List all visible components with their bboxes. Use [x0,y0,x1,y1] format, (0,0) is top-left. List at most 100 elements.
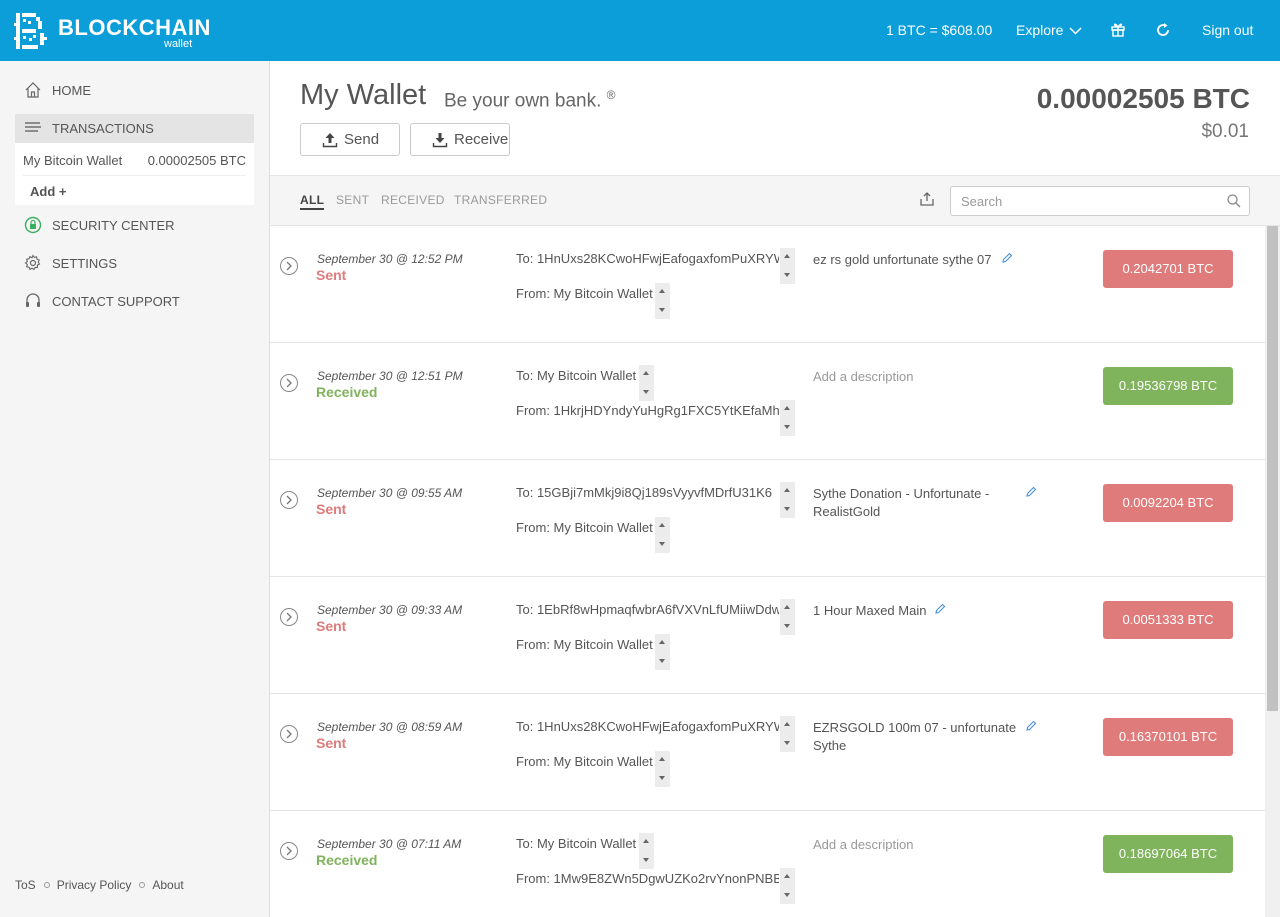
scroll-spinner[interactable] [655,634,670,670]
transaction-amount-button[interactable]: 0.0092204 BTC [1103,484,1233,522]
from-address: From: 1HkrjHDYndyYuHgRg1FXC5YtKEfaMhc [516,403,779,418]
table-row[interactable]: September 30 @ 07:11 AM Received To: My … [270,811,1265,917]
from-address: From: My Bitcoin Wallet [516,520,653,535]
add-wallet-button[interactable]: Add + [30,184,66,199]
expand-chevron-icon[interactable] [280,608,298,626]
sidebar-item-label: SECURITY CENTER [52,218,175,233]
sidebar-item-label: SETTINGS [52,256,118,271]
wallet-balance: 0.00002505 BTC [147,153,246,168]
to-address-stepper[interactable]: To: 15GBji7mMkj9i8Qj189sVyyvfMDrfU31K6 [516,482,796,518]
transaction-amount-button[interactable]: 0.0051333 BTC [1103,601,1233,639]
transaction-amount-button[interactable]: 0.2042701 BTC [1103,250,1233,288]
receive-button[interactable]: Receive [410,123,510,156]
scroll-spinner[interactable] [655,517,670,553]
to-address: To: 15GBji7mMkj9i8Qj189sVyyvfMDrfU31K6 [516,485,772,500]
from-address: From: My Bitcoin Wallet [516,286,653,301]
explore-dropdown[interactable]: Explore [1016,22,1082,38]
receive-label: Receive [454,131,509,148]
scroll-spinner[interactable] [780,868,795,904]
add-description-placeholder[interactable]: Add a description [813,836,993,854]
page-title: My Wallet [300,79,427,111]
transaction-amount-button[interactable]: 0.18697064 BTC [1103,835,1233,873]
sidebar: HOME TRANSACTIONS My Bitcoin Wallet 0.00… [0,61,270,917]
expand-chevron-icon[interactable] [280,374,298,392]
table-row[interactable]: September 30 @ 09:55 AM Sent To: 15GBji7… [270,460,1265,577]
scroll-spinner[interactable] [655,751,670,787]
to-address: To: 1HnUxs28KCwoHFwjEafogaxfomPuXRYW [516,719,779,734]
filter-tab-all[interactable]: ALL [300,193,325,210]
edit-pencil-icon[interactable] [1001,252,1013,264]
privacy-policy-link[interactable]: Privacy Policy [57,878,132,892]
to-address-stepper[interactable]: To: My Bitcoin Wallet [516,833,796,869]
sidebar-item-contact-support[interactable]: CONTACT SUPPORT [15,287,254,315]
from-address-stepper[interactable]: From: My Bitcoin Wallet [516,283,796,319]
scroll-spinner[interactable] [639,365,654,401]
table-row[interactable]: September 30 @ 12:52 PM Sent To: 1HnUxs2… [270,226,1265,343]
transaction-amount-button[interactable]: 0.16370101 BTC [1103,718,1233,756]
sidebar-item-settings[interactable]: SETTINGS [15,249,254,277]
scroll-spinner[interactable] [639,833,654,869]
transaction-amount-button[interactable]: 0.19536798 BTC [1103,367,1233,405]
search-input[interactable] [950,186,1250,216]
table-row[interactable]: September 30 @ 09:33 AM Sent To: 1EbRf8w… [270,577,1265,694]
top-header: BLOCKCHAIN wallet 1 BTC = $608.00 Explor… [0,0,1280,61]
send-button[interactable]: Send [300,123,400,156]
transaction-filter-bar: ALL SENT RECEIVED TRANSFERRED [270,175,1280,226]
to-address-stepper[interactable]: To: 1EbRf8wHpmaqfwbrA6fVXVnLfUMiiwDdw [516,599,796,635]
filter-tab-sent[interactable]: SENT [336,193,369,207]
transaction-date: September 30 @ 09:33 AM [317,603,463,617]
main-content: My Wallet Be your own bank. ® Send Recei… [270,61,1280,917]
edit-pencil-icon[interactable] [1025,486,1037,498]
tos-link[interactable]: ToS [15,878,36,892]
sidebar-item-home[interactable]: HOME [15,76,254,104]
to-address: To: My Bitcoin Wallet [516,368,637,383]
explore-label: Explore [1016,22,1064,38]
scroll-spinner[interactable] [780,599,795,635]
from-address-stepper[interactable]: From: My Bitcoin Wallet [516,517,796,553]
sidebar-item-transactions[interactable]: TRANSACTIONS [15,114,254,143]
scroll-spinner[interactable] [780,482,795,518]
expand-chevron-icon[interactable] [280,725,298,743]
from-address-stepper[interactable]: From: My Bitcoin Wallet [516,751,796,787]
from-address-stepper[interactable]: From: 1HkrjHDYndyYuHgRg1FXC5YtKEfaMhc [516,400,796,436]
to-address: To: 1EbRf8wHpmaqfwbrA6fVXVnLfUMiiwDdw [516,602,779,617]
total-balance-btc[interactable]: 0.00002505 BTC [1037,83,1250,115]
send-label: Send [344,131,380,148]
add-description-placeholder[interactable]: Add a description [813,368,993,386]
upload-icon [322,133,338,148]
wallet-list: My Bitcoin Wallet 0.00002505 BTC Add + [15,143,254,205]
sidebar-item-security-center[interactable]: SECURITY CENTER [15,211,254,239]
from-address-stepper[interactable]: From: 1Mw9E8ZWn5DgwUZKo2rvYnonPNBBh [516,868,796,904]
gift-icon[interactable] [1110,21,1126,40]
blockchain-logo[interactable]: BLOCKCHAIN wallet [14,11,210,51]
headset-icon [26,293,40,307]
expand-chevron-icon[interactable] [280,842,298,860]
transaction-date: September 30 @ 12:52 PM [317,252,463,266]
wallet-name[interactable]: My Bitcoin Wallet [23,153,122,168]
scroll-spinner[interactable] [780,716,795,752]
transaction-type: Sent [316,618,347,634]
to-address-stepper[interactable]: To: 1HnUxs28KCwoHFwjEafogaxfomPuXRYW [516,248,796,284]
expand-chevron-icon[interactable] [280,257,298,275]
export-icon[interactable] [919,191,935,207]
filter-tab-transferred[interactable]: TRANSFERRED [454,193,547,207]
btc-price[interactable]: 1 BTC = $608.00 [886,22,992,38]
scroll-spinner[interactable] [780,400,795,436]
scrollbar-thumb[interactable] [1267,226,1278,711]
scroll-spinner[interactable] [780,248,795,284]
from-address-stepper[interactable]: From: My Bitcoin Wallet [516,634,796,670]
table-row[interactable]: September 30 @ 08:59 AM Sent To: 1HnUxs2… [270,694,1265,811]
sign-out-button[interactable]: Sign out [1202,22,1253,38]
to-address-stepper[interactable]: To: 1HnUxs28KCwoHFwjEafogaxfomPuXRYW [516,716,796,752]
expand-chevron-icon[interactable] [280,491,298,509]
table-row[interactable]: September 30 @ 12:51 PM Received To: My … [270,343,1265,460]
filter-tab-received[interactable]: RECEIVED [381,193,445,207]
edit-pencil-icon[interactable] [934,603,946,615]
from-address: From: 1Mw9E8ZWn5DgwUZKo2rvYnonPNBBh [516,871,779,886]
refresh-icon[interactable] [1155,22,1171,41]
about-link[interactable]: About [152,878,183,892]
vertical-scrollbar[interactable] [1265,226,1280,917]
edit-pencil-icon[interactable] [1025,720,1037,732]
to-address-stepper[interactable]: To: My Bitcoin Wallet [516,365,796,401]
scroll-spinner[interactable] [655,283,670,319]
